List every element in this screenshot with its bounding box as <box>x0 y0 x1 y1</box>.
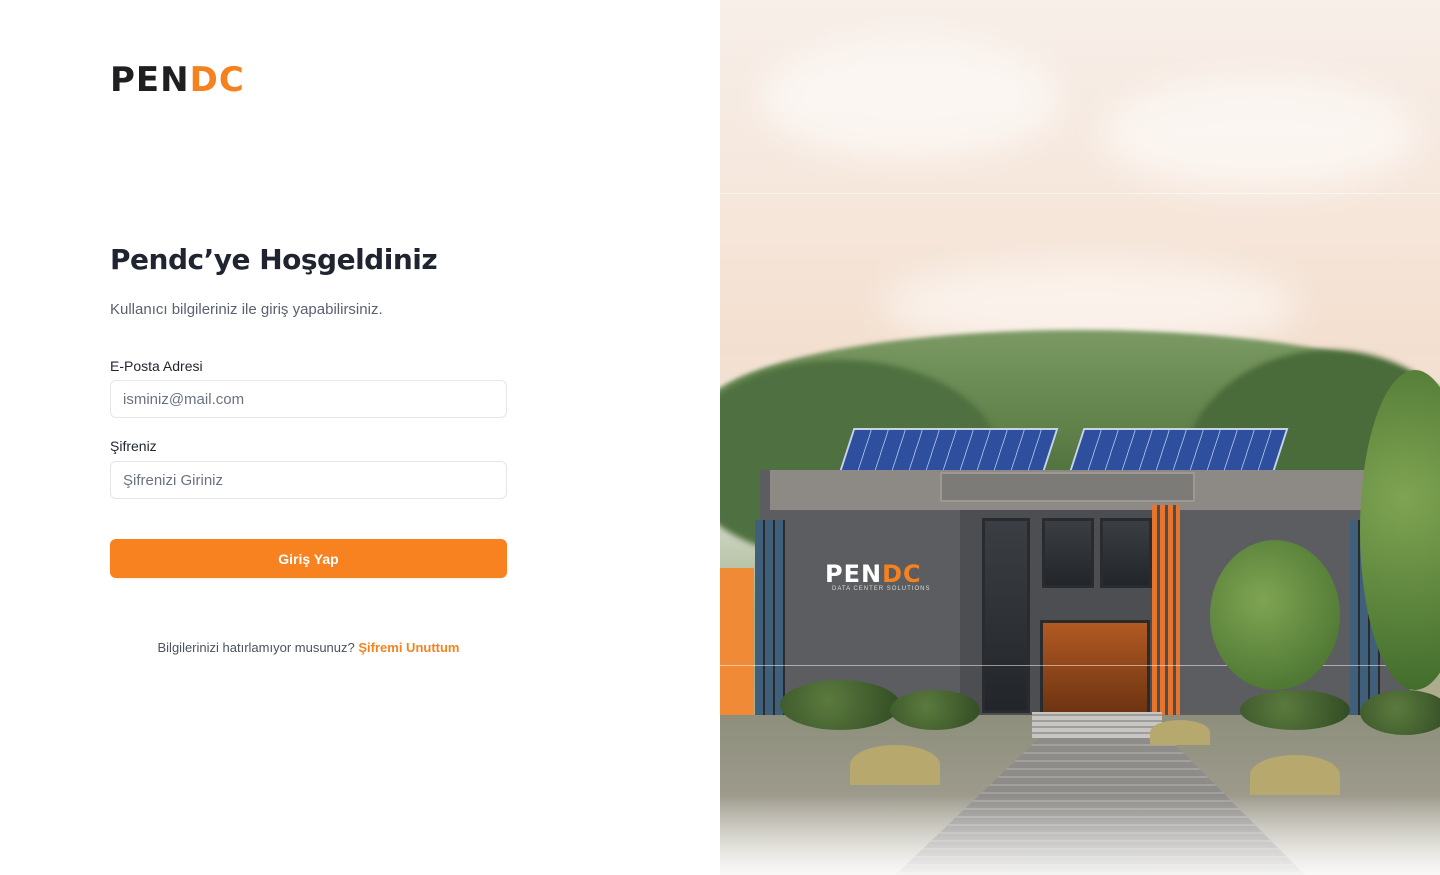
building-sign-subtitle: DATA CENTER SOLUTIONS <box>832 586 931 592</box>
grass <box>850 745 940 785</box>
entrance-door <box>1040 620 1150 715</box>
building-sign: PENDC <box>825 560 922 588</box>
password-label: Şifreniz <box>110 438 157 454</box>
page-title: Pendc’ye Hoşgeldiniz <box>110 243 438 276</box>
forgot-prompt: Bilgilerinizi hatırlamıyor musunuz? <box>157 640 355 655</box>
email-label: E-Posta Adresi <box>110 358 203 374</box>
hero-image: PENDC DATA CENTER SOLUTIONS <box>720 0 1440 875</box>
glass-facade <box>755 520 785 720</box>
entrance-steps <box>1032 712 1162 738</box>
divider-line <box>720 193 1440 194</box>
email-field[interactable] <box>110 380 507 418</box>
divider-line <box>720 665 1440 666</box>
forgot-password-link[interactable]: Şifremi Unuttum <box>358 640 459 655</box>
window <box>982 518 1030 713</box>
grass <box>1150 720 1210 745</box>
logo-text-orange: DC <box>189 60 245 100</box>
cloud <box>1100 80 1420 190</box>
shrub <box>890 690 980 730</box>
password-field[interactable] <box>110 461 507 499</box>
logo-text-dark: PEN <box>110 60 190 100</box>
orange-fins <box>1152 505 1180 715</box>
shrub <box>1360 690 1440 735</box>
page-subtitle: Kullanıcı bilgileriniz ile giriş yapabil… <box>110 301 383 318</box>
sign-text-orange: DC <box>882 560 922 588</box>
window <box>1100 518 1152 588</box>
login-page: PEN DC Pendc’ye Hoşgeldiniz Kullanıcı bil… <box>0 0 1440 875</box>
sign-text-dark: PEN <box>825 560 883 588</box>
window <box>1042 518 1094 588</box>
login-button[interactable]: Giriş Yap <box>110 539 507 578</box>
shrub <box>1240 690 1350 730</box>
pendc-logo: PEN DC <box>110 60 245 100</box>
login-panel: PEN DC Pendc’ye Hoşgeldiniz Kullanıcı bil… <box>0 0 720 875</box>
cloud <box>760 40 1060 160</box>
shrub <box>780 680 900 730</box>
grass <box>1250 755 1340 795</box>
tree <box>1210 540 1340 690</box>
forgot-password-row: Bilgilerinizi hatırlamıyor musunuz? Şifr… <box>110 640 507 655</box>
ground-mist <box>720 795 1440 875</box>
building-canopy <box>940 472 1195 502</box>
